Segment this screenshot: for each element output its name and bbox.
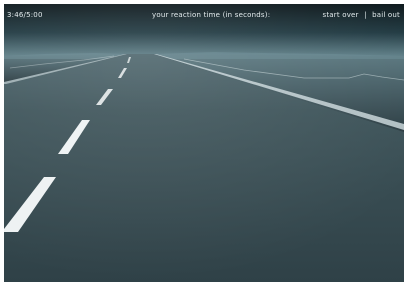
timer-readout: 3:46/5:00 xyxy=(7,11,43,19)
game-viewport: 3:46/5:00 your reaction time (in seconds… xyxy=(4,4,404,282)
hud-bar: 3:46/5:00 your reaction time (in seconds… xyxy=(4,4,404,24)
light-overlay xyxy=(4,4,404,282)
hud-links: start over | bail out xyxy=(323,11,401,19)
reaction-time-label: your reaction time (in seconds): xyxy=(152,11,271,19)
start-over-link[interactable]: start over xyxy=(323,11,359,19)
link-separator: | xyxy=(364,11,367,19)
road-scene xyxy=(4,4,404,282)
bail-out-link[interactable]: bail out xyxy=(372,11,400,19)
